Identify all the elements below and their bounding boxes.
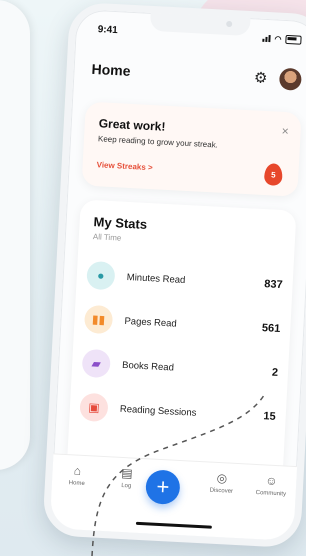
stat-row-sessions[interactable]: ▣ Reading Sessions 15 bbox=[79, 390, 277, 434]
tab-log[interactable]: ▤ Log bbox=[106, 465, 147, 490]
streak-card-title: Great work! bbox=[98, 116, 166, 134]
stat-value: 2 bbox=[271, 366, 279, 379]
status-time: 9:41 bbox=[97, 23, 119, 36]
stat-row-minutes[interactable]: ● Minutes Read 837 bbox=[86, 258, 284, 302]
tab-discover[interactable]: ◎ Discover bbox=[201, 470, 242, 495]
view-streaks-link[interactable]: View Streaks > bbox=[96, 160, 153, 172]
gear-icon[interactable]: ⚙ bbox=[254, 68, 268, 87]
page-title: Home bbox=[91, 60, 131, 79]
tab-home[interactable]: ⌂ Home bbox=[57, 463, 98, 488]
compass-icon: ◎ bbox=[216, 470, 228, 486]
tab-community[interactable]: ☺ Community bbox=[251, 473, 292, 498]
battery-icon bbox=[285, 34, 302, 45]
camera-icon bbox=[226, 20, 233, 28]
stat-label: Reading Sessions bbox=[119, 403, 197, 419]
streak-count: 5 bbox=[270, 169, 276, 180]
log-icon: ▤ bbox=[120, 465, 133, 481]
stat-value: 837 bbox=[263, 278, 283, 292]
stat-value: 561 bbox=[261, 322, 281, 336]
book-pages-icon: ▮▮ bbox=[83, 304, 114, 335]
close-icon[interactable]: × bbox=[281, 124, 289, 138]
chevron-right-icon: > bbox=[147, 162, 153, 173]
stats-title: My Stats bbox=[93, 214, 148, 232]
page-header: Home ⚙ bbox=[91, 54, 302, 95]
stat-row-pages[interactable]: ▮▮ Pages Read 561 bbox=[83, 302, 282, 346]
header-actions: ⚙ bbox=[253, 66, 302, 91]
streak-card: Great work! Keep reading to grow your st… bbox=[81, 101, 302, 197]
add-button[interactable]: + bbox=[145, 469, 181, 505]
signal-icon bbox=[262, 34, 271, 42]
stat-label: Books Read bbox=[121, 359, 175, 374]
avatar[interactable] bbox=[278, 67, 302, 91]
calendar-icon: ▣ bbox=[79, 392, 109, 423]
stat-row-books[interactable]: ▰ Books Read 2 bbox=[81, 346, 279, 390]
bottom-tab-bar: ⌂ Home ▤ Log ◎ Discover ☺ Community + bbox=[49, 453, 298, 542]
streak-card-message: Keep reading to grow your streak. bbox=[97, 134, 219, 150]
stat-label: Minutes Read bbox=[126, 271, 186, 286]
stat-label: Pages Read bbox=[124, 315, 178, 330]
stats-subtitle: All Time bbox=[92, 232, 122, 243]
home-indicator bbox=[135, 521, 212, 529]
clock-icon: ● bbox=[86, 260, 116, 291]
home-icon: ⌂ bbox=[73, 463, 82, 478]
my-stats-card: My Stats All Time ● Minutes Read 837 ▮▮ … bbox=[66, 199, 297, 481]
wifi-icon: ◠ bbox=[274, 33, 282, 44]
background-phone bbox=[0, 0, 30, 470]
flame-icon: 5 bbox=[263, 163, 283, 186]
phone-frame: 9:41 ◠ Home ⚙ Great work! Keep reading t… bbox=[42, 1, 306, 549]
stat-value: 15 bbox=[263, 410, 277, 423]
people-icon: ☺ bbox=[265, 473, 279, 489]
status-icons: ◠ bbox=[262, 33, 302, 45]
book-icon: ▰ bbox=[81, 348, 111, 379]
app-showcase: 9:41 ◠ Home ⚙ Great work! Keep reading t… bbox=[0, 0, 306, 556]
